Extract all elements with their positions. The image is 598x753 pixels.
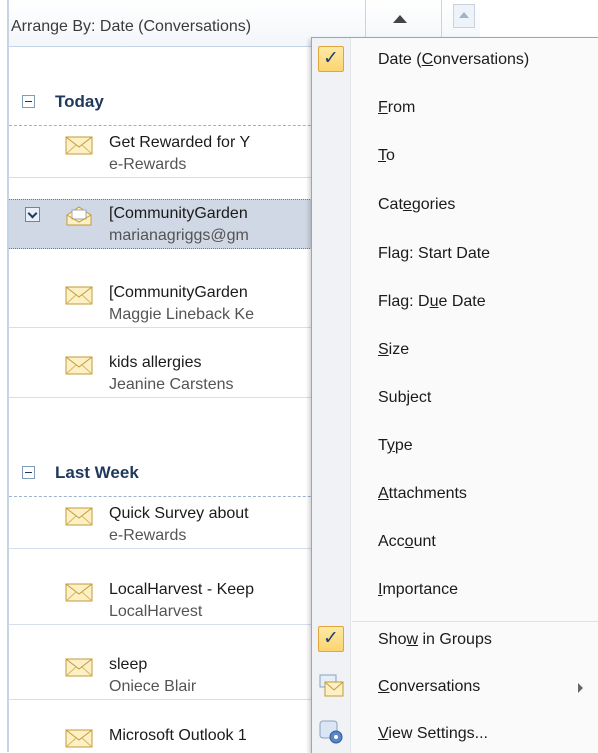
envelope-icon (65, 356, 93, 375)
item-sender: LocalHarvest (109, 603, 203, 620)
item-sender: e-Rewards (109, 156, 187, 173)
group-title: Last Week (55, 463, 139, 482)
menu-item-arrange-option[interactable]: Flag: Due Date (312, 280, 598, 328)
menu-item-label: Size (378, 341, 410, 358)
menu-item-arrange-option[interactable]: Flag: Start Date (312, 232, 598, 280)
item-subject: kids allergies (109, 354, 202, 371)
menu-item-label: View Settings... (378, 725, 488, 742)
menu-item-label: Flag: Due Date (378, 293, 486, 310)
submenu-arrow-icon (578, 683, 583, 693)
view-settings-icon (319, 720, 343, 744)
menu-item-label: From (378, 99, 416, 116)
envelope-icon (65, 286, 93, 305)
scroll-up-button[interactable] (453, 4, 475, 28)
item-sender: e-Rewards (109, 527, 187, 544)
menu-item-show-in-groups[interactable]: ✓ Show in Groups (312, 618, 598, 666)
menu-item-arrange-option[interactable]: To (312, 134, 598, 182)
menu-item-arrange-option[interactable]: Type (312, 424, 598, 472)
item-sender: Oniece Blair (109, 678, 197, 695)
item-sender: Maggie Lineback Ke (109, 306, 254, 323)
open-envelope-icon (66, 206, 92, 226)
checkmark-icon: ✓ (318, 626, 344, 652)
collapse-icon[interactable] (22, 466, 35, 479)
checkmark-icon: ✓ (318, 46, 344, 72)
item-subject: Get Rewarded for Y (109, 134, 251, 151)
item-sender: marianagriggs@gm (109, 227, 249, 244)
envelope-icon (65, 583, 93, 602)
menu-item-label: Attachments (378, 485, 467, 502)
envelope-icon (65, 658, 93, 677)
menu-item-arrange-option[interactable]: Subject (312, 376, 598, 424)
item-subject: [CommunityGarden (109, 284, 248, 301)
menu-item-label: Account (378, 533, 436, 550)
item-subject: Microsoft Outlook 1 (109, 727, 247, 744)
menu-item-view-settings[interactable]: View Settings... (312, 712, 598, 753)
item-subject: LocalHarvest - Keep (109, 581, 254, 598)
menu-item-label: Flag: Start Date (378, 245, 491, 262)
collapse-icon[interactable] (22, 95, 35, 108)
menu-item-label: Categories (378, 196, 456, 213)
envelope-icon (65, 136, 93, 155)
item-subject: [CommunityGarden (109, 205, 248, 222)
item-subject: sleep (109, 656, 148, 673)
group-title: Today (55, 92, 104, 111)
arrange-by-context-menu: ✓ Date (Conversations) From To Categories Fla… (311, 37, 598, 753)
menu-item-label: Subject (378, 389, 432, 406)
menu-item-arrange-option[interactable]: From (312, 86, 598, 134)
menu-item-arrange-option[interactable]: Categories (312, 183, 598, 231)
menu-item-label: Date (Conversations) (378, 51, 530, 68)
menu-item-arrange-option[interactable]: Account (312, 520, 598, 568)
menu-item-arrange-option[interactable]: ✓ Date (Conversations) (312, 38, 598, 86)
menu-item-label: Conversations (378, 678, 481, 695)
menu-item-label: To (378, 147, 395, 164)
arrange-by-label[interactable]: Arrange By: Date (Conversations) (11, 18, 363, 36)
item-subject: Quick Survey about (109, 505, 249, 522)
menu-item-arrange-option[interactable]: Importance (312, 568, 598, 616)
menu-item-label: Importance (378, 581, 459, 598)
menu-item-label: Show in Groups (378, 631, 492, 648)
menu-item-conversations[interactable]: Conversations (312, 665, 598, 713)
conversations-icon (319, 674, 344, 697)
menu-item-arrange-option[interactable]: Size (312, 328, 598, 376)
expand-conversation-icon[interactable] (25, 207, 40, 222)
envelope-icon (65, 507, 93, 526)
menu-item-arrange-option[interactable]: Attachments (312, 472, 598, 520)
envelope-icon (65, 729, 93, 748)
item-sender: Jeanine Carstens (109, 376, 234, 393)
menu-item-label: Type (378, 437, 413, 454)
